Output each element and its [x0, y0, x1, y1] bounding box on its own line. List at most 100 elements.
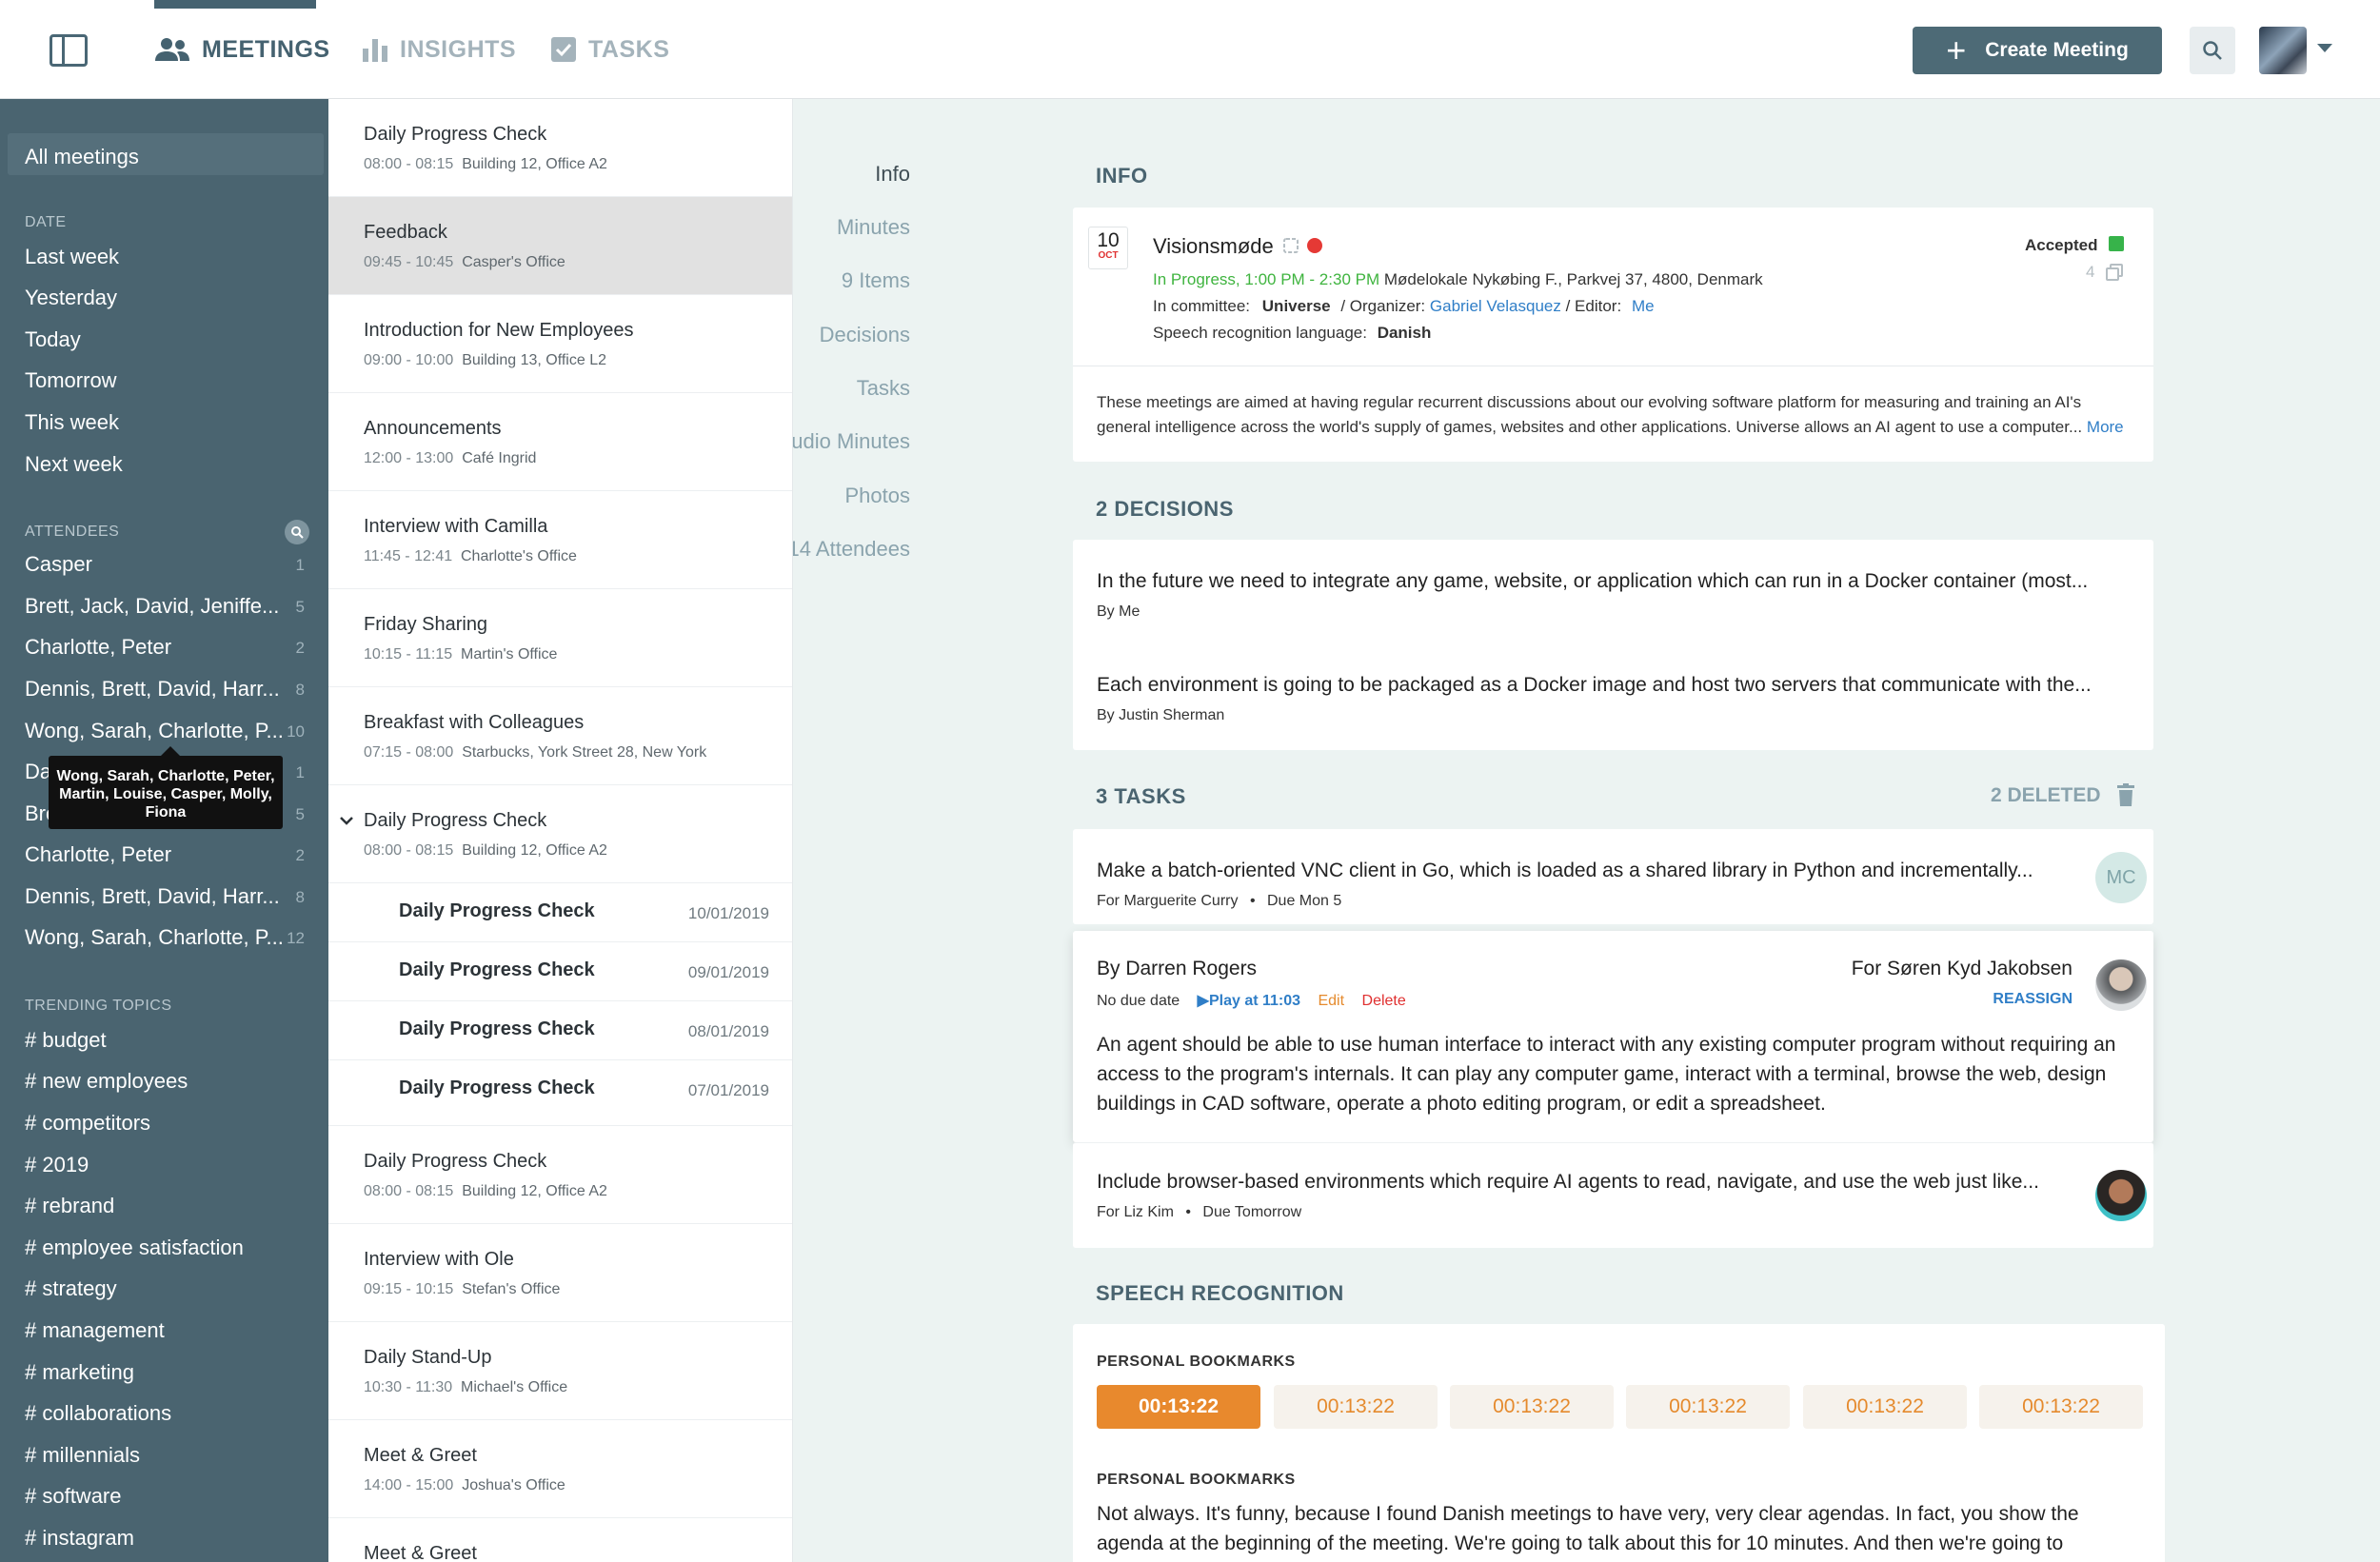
task-card-expanded[interactable]: By Darren Rogers For Søren Kyd Jakobsen … — [1073, 931, 2153, 1142]
meeting-list-item-selected[interactable]: Feedback 09:45 - 10:45 Casper's Office — [328, 197, 792, 295]
meeting-time: 10:15 - 11:15 — [364, 646, 453, 662]
topic-item[interactable]: # employee satisfaction — [25, 1236, 244, 1260]
date-item-this-week[interactable]: This week — [25, 410, 119, 435]
reassign-button[interactable]: REASSIGN — [1993, 991, 2073, 1008]
meeting-list-item[interactable]: Interview with Camilla 11:45 - 12:41 Cha… — [328, 491, 792, 589]
tab-tasks[interactable]: TASKS — [550, 0, 669, 99]
topic-item[interactable]: # millennials — [25, 1443, 140, 1468]
attendee-count: 8 — [295, 681, 305, 699]
anchor-info[interactable]: Info — [875, 162, 910, 187]
deleted-tasks-link[interactable]: 2 DELETED — [1991, 784, 2101, 807]
transcript-text: Not always. It's funny, because I found … — [1097, 1503, 2079, 1554]
topic-item[interactable]: # management — [25, 1318, 165, 1343]
topic-item[interactable]: # instagram — [25, 1526, 134, 1551]
sub-meeting-item[interactable]: Daily Progress Check 08/01/2019 — [328, 1001, 792, 1060]
decision-text[interactable]: In the future we need to integrate any g… — [1097, 570, 2088, 593]
topic-item[interactable]: # software — [25, 1484, 122, 1509]
anchor-attendees[interactable]: 14 Attendees — [793, 537, 910, 562]
decision-text[interactable]: Each environment is going to be packaged… — [1097, 674, 2092, 697]
topic-item[interactable]: # strategy — [25, 1276, 117, 1301]
meeting-list-item[interactable]: Meet & Greet 14:00 - 15:00 Joshua's Offi… — [328, 1420, 792, 1518]
more-link[interactable]: More — [2087, 418, 2124, 436]
task-card[interactable]: Include browser-based environments which… — [1073, 1142, 2153, 1248]
chevron-down-icon[interactable] — [2317, 44, 2332, 52]
attendee-item[interactable]: Wong, Sarah, Charlotte, P... — [25, 719, 284, 743]
anchor-audio-minutes[interactable]: Audio Minutes — [793, 429, 910, 454]
bookmark-button[interactable]: 00:13:22 — [1626, 1385, 1790, 1429]
chevron-down-icon[interactable] — [340, 817, 353, 826]
anchor-photos[interactable]: Photos — [845, 484, 911, 508]
bookmark-button[interactable]: 00:13:22 — [1450, 1385, 1614, 1429]
attendee-item[interactable]: Charlotte, Peter — [25, 635, 171, 660]
trash-icon[interactable] — [2116, 783, 2135, 806]
attendee-item[interactable]: Casper — [25, 552, 92, 577]
meeting-list-item-expanded[interactable]: Daily Progress Check 08:00 - 08:15 Build… — [328, 785, 792, 883]
meeting-place: Café Ingrid — [462, 450, 537, 466]
tab-meetings[interactable]: MEETINGS — [154, 0, 330, 99]
meeting-time: 08:00 - 08:15 — [364, 842, 454, 859]
attendee-search-button[interactable] — [285, 520, 309, 544]
edit-button[interactable]: Edit — [1318, 993, 1344, 1009]
attendee-item[interactable]: Brett, Jack, David, Jeniffe... — [25, 594, 279, 619]
meeting-list-item[interactable]: Introduction for New Employees 09:00 - 1… — [328, 295, 792, 393]
recurring-icon — [1283, 238, 1299, 253]
bookmark-button[interactable]: 00:13:22 — [1274, 1385, 1438, 1429]
topic-item[interactable]: # marketing — [25, 1360, 134, 1385]
topic-item[interactable]: # rebrand — [25, 1194, 114, 1218]
meeting-list-item[interactable]: Daily Stand-Up 10:30 - 11:30 Michael's O… — [328, 1322, 792, 1420]
tab-insights[interactable]: INSIGHTS — [362, 0, 516, 99]
meeting-list-item[interactable]: Daily Progress Check 08:00 - 08:15 Build… — [328, 1126, 792, 1224]
sub-meeting-date: 10/01/2019 — [687, 904, 769, 922]
anchor-tasks[interactable]: Tasks — [857, 376, 910, 401]
sub-meeting-item[interactable]: Daily Progress Check 09/01/2019 — [328, 942, 792, 1001]
bookmark-button[interactable]: 00:13:22 — [1803, 1385, 1967, 1429]
delete-button[interactable]: Delete — [1362, 993, 1406, 1009]
task-assignee: For Søren Kyd Jakobsen — [1851, 958, 2073, 979]
anchor-decisions[interactable]: Decisions — [820, 323, 910, 347]
bookmark-button[interactable]: 00:13:22 — [1097, 1385, 1260, 1429]
meeting-time: 11:45 - 12:41 — [364, 548, 453, 564]
sub-meeting-item[interactable]: Daily Progress Check 07/01/2019 — [328, 1060, 792, 1126]
topic-item[interactable]: # collaborations — [25, 1401, 171, 1426]
topic-item[interactable]: # budget — [25, 1028, 107, 1053]
topic-item[interactable]: # 2019 — [25, 1153, 89, 1177]
meeting-list-item[interactable]: Meet & Greet — [328, 1518, 792, 1562]
attendee-item[interactable]: Charlotte, Peter — [25, 842, 171, 867]
anchor-items[interactable]: 9 Items — [842, 268, 910, 293]
play-button[interactable]: ▶Play at 11:03 — [1198, 993, 1300, 1009]
create-meeting-button[interactable]: + Create Meeting — [1913, 27, 2162, 74]
search-button[interactable] — [2190, 27, 2235, 74]
assignee-avatar[interactable] — [2095, 1170, 2147, 1221]
attendee-item[interactable]: Dennis, Brett, David, Harr... — [25, 884, 280, 909]
date-item-last-week[interactable]: Last week — [25, 245, 119, 269]
copy-icon[interactable] — [2105, 263, 2124, 282]
assignee-avatar[interactable] — [2095, 959, 2147, 1011]
assignee-avatar[interactable]: MC — [2095, 852, 2147, 903]
editor-link[interactable]: Me — [1632, 297, 1655, 315]
bookmark-button[interactable]: 00:13:22 — [1979, 1385, 2143, 1429]
date-item-today[interactable]: Today — [25, 327, 81, 352]
attendee-item[interactable]: Wong, Sarah, Charlotte, P... — [25, 925, 284, 950]
separator-dot: • — [1249, 893, 1256, 909]
topic-item[interactable]: # new employees — [25, 1069, 188, 1094]
date-item-next-week[interactable]: Next week — [25, 452, 123, 477]
attendee-item[interactable]: Da — [25, 760, 51, 784]
meeting-list-item[interactable]: Breakfast with Colleagues 07:15 - 08:00 … — [328, 687, 792, 785]
meeting-list-item[interactable]: Friday Sharing 10:15 - 11:15 Martin's Of… — [328, 589, 792, 687]
date-item-yesterday[interactable]: Yesterday — [25, 286, 117, 310]
meeting-list-item[interactable]: Daily Progress Check 08:00 - 08:15 Build… — [328, 99, 792, 197]
meeting-list-item[interactable]: Interview with Ole 09:15 - 10:15 Stefan'… — [328, 1224, 792, 1322]
attendee-item[interactable]: Dennis, Brett, David, Harr... — [25, 677, 280, 702]
user-avatar[interactable] — [2259, 27, 2307, 74]
meeting-title: Visionsmøde — [1153, 234, 1274, 258]
meeting-list-item[interactable]: Announcements 12:00 - 13:00 Café Ingrid — [328, 393, 792, 491]
topic-item[interactable]: # competitors — [25, 1111, 150, 1136]
meeting-title: Friday Sharing — [364, 614, 488, 635]
organizer-link[interactable]: Gabriel Velasquez — [1430, 297, 1561, 315]
anchor-minutes[interactable]: Minutes — [837, 215, 910, 240]
sidebar-toggle-icon[interactable] — [50, 34, 88, 67]
attendee-count: 1 — [295, 556, 305, 574]
date-item-tomorrow[interactable]: Tomorrow — [25, 368, 117, 393]
sub-meeting-item[interactable]: Daily Progress Check 10/01/2019 — [328, 883, 792, 942]
task-card[interactable]: Make a batch-oriented VNC client in Go, … — [1073, 829, 2153, 924]
